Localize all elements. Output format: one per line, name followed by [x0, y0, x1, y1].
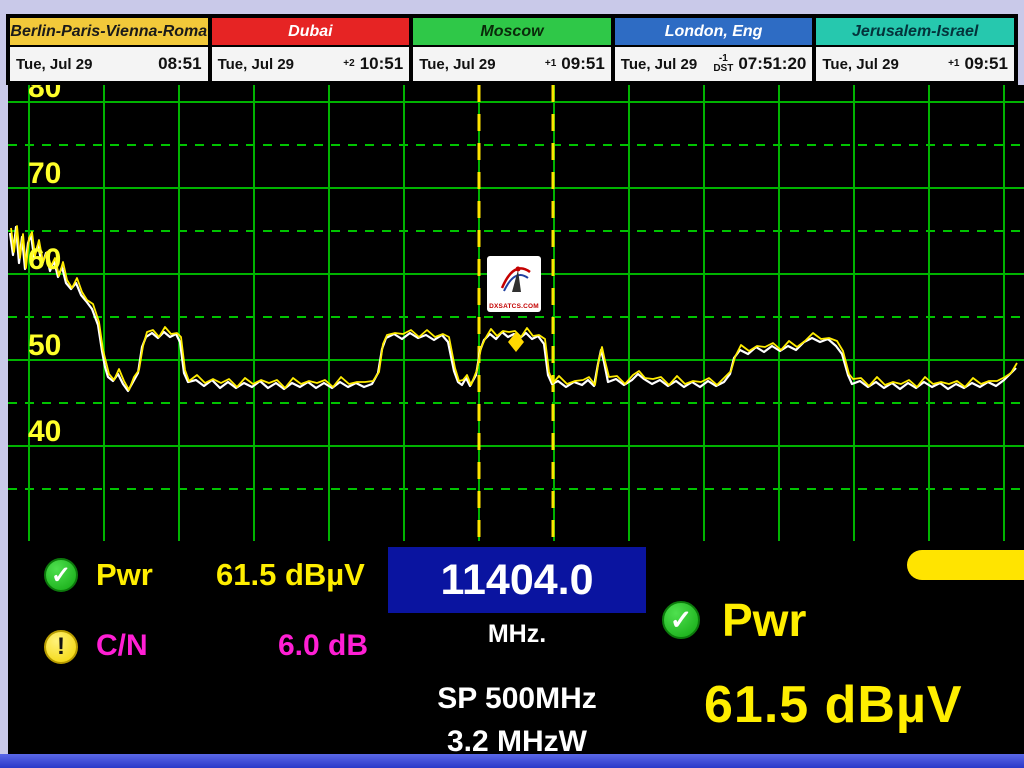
cn-value: 6.0 dB	[278, 629, 368, 663]
satellite-meter-screen: Berlin-Paris-Vienna-Roma Tue, Jul 29 08:…	[0, 0, 1024, 768]
cn-warning-icon: !	[44, 630, 78, 664]
svg-text:60: 60	[28, 243, 61, 276]
pwr-big-ok-icon: ✓	[662, 601, 700, 639]
clock-date: Tue, Jul 29	[16, 56, 92, 73]
clock-utc-offset: +1	[948, 59, 959, 70]
clock-time-row: Tue, Jul 29 +1 09:51	[413, 47, 611, 81]
clock-time-row: Tue, Jul 29 +2 10:51	[212, 47, 410, 81]
svg-text:70: 70	[28, 157, 61, 190]
clock-panel-london: London, Eng Tue, Jul 29 -1 DST 07:51:20	[613, 16, 815, 83]
pwr-big-value: 61.5 dBµV	[704, 675, 963, 735]
clock-panel-berlin: Berlin-Paris-Vienna-Roma Tue, Jul 29 08:…	[8, 16, 210, 83]
clock-date: Tue, Jul 29	[218, 56, 294, 73]
clock-time-row: Tue, Jul 29 +1 09:51	[816, 47, 1014, 81]
clock-city-label: Moscow	[413, 18, 611, 47]
clock-date: Tue, Jul 29	[419, 56, 495, 73]
frequency-unit-label: MHz.	[388, 620, 646, 649]
svg-text:50: 50	[28, 329, 61, 362]
clock-utc-offset: +1	[545, 59, 556, 70]
clock-time: 10:51	[360, 54, 403, 74]
clock-date: Tue, Jul 29	[621, 56, 697, 73]
spectrum-display: 80 70 60 50 40 DXSATCS.COM	[8, 85, 1024, 541]
offset-value: +1	[948, 59, 959, 70]
frequency-readout: 11404.0	[388, 547, 646, 613]
clock-time-row: Tue, Jul 29 08:51	[10, 47, 208, 81]
clock-panel-moscow: Moscow Tue, Jul 29 +1 09:51	[411, 16, 613, 83]
clock-time: 09:51	[964, 54, 1007, 74]
offset-value: +1	[545, 59, 556, 70]
clock-time: 08:51	[158, 54, 201, 74]
pwr-value: 61.5 dBµV	[216, 557, 365, 593]
clock-panel-dubai: Dubai Tue, Jul 29 +2 10:51	[210, 16, 412, 83]
svg-text:80: 80	[28, 85, 61, 104]
cn-label: C/N	[96, 629, 148, 663]
readout-panel: ✓ Pwr 61.5 dBµV ! C/N 6.0 dB 11404.0 MHz…	[8, 541, 1024, 754]
spectrum-svg: 80 70 60 50 40	[8, 85, 1024, 541]
offset-value: +2	[343, 59, 354, 70]
bandwidth-readout: 3.2 MHzW	[388, 725, 646, 754]
dxsatcs-watermark-text: DXSATCS.COM	[489, 303, 539, 310]
clock-city-label: Jerusalem-Israel	[816, 18, 1014, 47]
clock-utc-offset: +2	[343, 59, 354, 70]
clock-panel-jerusalem: Jerusalem-Israel Tue, Jul 29 +1 09:51	[814, 16, 1016, 83]
span-readout: SP 500MHz	[388, 682, 646, 716]
bottom-status-bar	[0, 754, 1024, 768]
offset-dst: DST	[713, 64, 733, 75]
pwr-big-label: Pwr	[722, 593, 806, 647]
clock-city-label: Berlin-Paris-Vienna-Roma	[10, 18, 208, 47]
clock-city-label: Dubai	[212, 18, 410, 47]
clock-time: 09:51	[561, 54, 604, 74]
clock-utc-offset: -1 DST	[713, 54, 733, 75]
clock-time: 07:51:20	[738, 54, 806, 74]
svg-text:40: 40	[28, 415, 61, 448]
signal-level-pill-button[interactable]	[907, 550, 1024, 580]
dxsatcs-logo-graphic	[492, 258, 536, 298]
dxsatcs-logo: DXSATCS.COM	[487, 256, 541, 312]
pwr-ok-icon: ✓	[44, 558, 78, 592]
clock-date: Tue, Jul 29	[822, 56, 898, 73]
clock-city-label: London, Eng	[615, 18, 813, 47]
clock-time-row: Tue, Jul 29 -1 DST 07:51:20	[615, 47, 813, 81]
world-clock-bar: Berlin-Paris-Vienna-Roma Tue, Jul 29 08:…	[6, 14, 1018, 85]
pwr-label: Pwr	[96, 557, 153, 593]
